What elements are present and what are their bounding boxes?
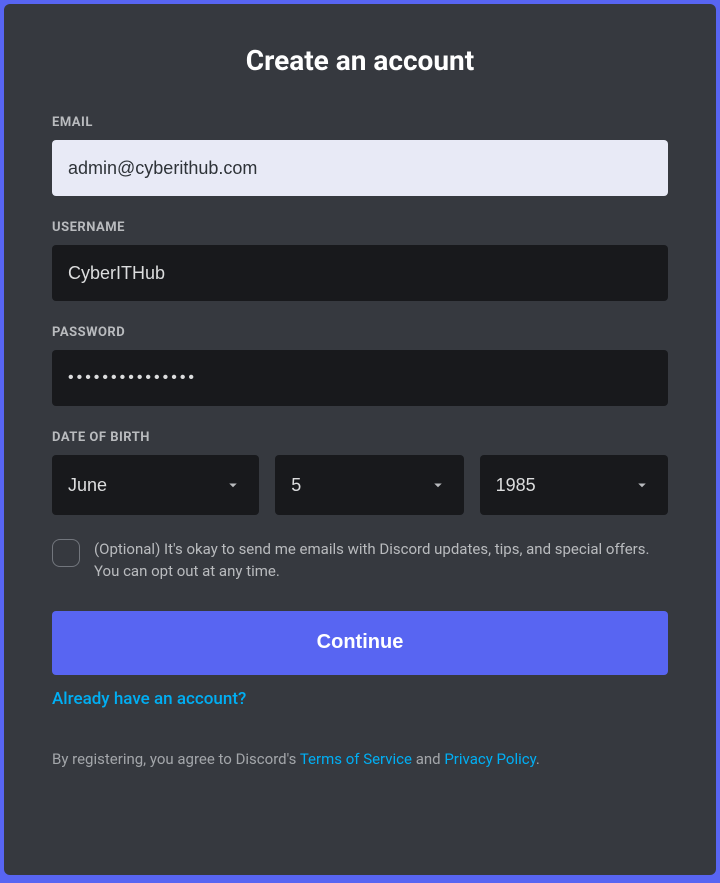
dob-month-button[interactable]: June: [52, 455, 259, 515]
dob-day-select[interactable]: 5: [275, 455, 463, 515]
username-label: USERNAME: [52, 220, 668, 235]
password-group: PASSWORD: [52, 325, 668, 406]
password-field[interactable]: [52, 350, 668, 406]
password-label: PASSWORD: [52, 325, 668, 340]
chevron-down-icon: [428, 475, 448, 495]
legal-text: By registering, you agree to Discord's T…: [52, 749, 668, 770]
dob-year-select[interactable]: 1985: [480, 455, 668, 515]
dob-label: DATE OF BIRTH: [52, 430, 668, 445]
username-field[interactable]: [52, 245, 668, 301]
chevron-down-icon: [632, 475, 652, 495]
email-group: EMAIL: [52, 115, 668, 196]
tos-link[interactable]: Terms of Service: [300, 750, 412, 768]
dob-month-select[interactable]: June: [52, 455, 259, 515]
dob-year-button[interactable]: 1985: [480, 455, 668, 515]
dob-day-value: 5: [291, 475, 301, 496]
page-title: Create an account: [52, 44, 668, 77]
legal-prefix: By registering, you agree to Discord's: [52, 750, 300, 768]
dob-row: June 5 1985: [52, 455, 668, 515]
dob-month-value: June: [68, 475, 107, 496]
optin-checkbox[interactable]: [52, 539, 80, 567]
signup-modal: Create an account EMAIL USERNAME PASSWOR…: [4, 4, 716, 875]
legal-suffix: .: [536, 750, 540, 768]
email-label: EMAIL: [52, 115, 668, 130]
legal-mid: and: [412, 750, 444, 768]
dob-group: DATE OF BIRTH June 5: [52, 430, 668, 515]
login-link[interactable]: Already have an account?: [52, 689, 246, 709]
continue-button[interactable]: Continue: [52, 611, 668, 675]
privacy-link[interactable]: Privacy Policy: [444, 750, 536, 768]
dob-year-value: 1985: [496, 475, 536, 496]
dob-day-button[interactable]: 5: [275, 455, 463, 515]
chevron-down-icon: [223, 475, 243, 495]
optin-row: (Optional) It's okay to send me emails w…: [52, 539, 668, 583]
email-field[interactable]: [52, 140, 668, 196]
optin-label: (Optional) It's okay to send me emails w…: [94, 539, 668, 583]
username-group: USERNAME: [52, 220, 668, 301]
